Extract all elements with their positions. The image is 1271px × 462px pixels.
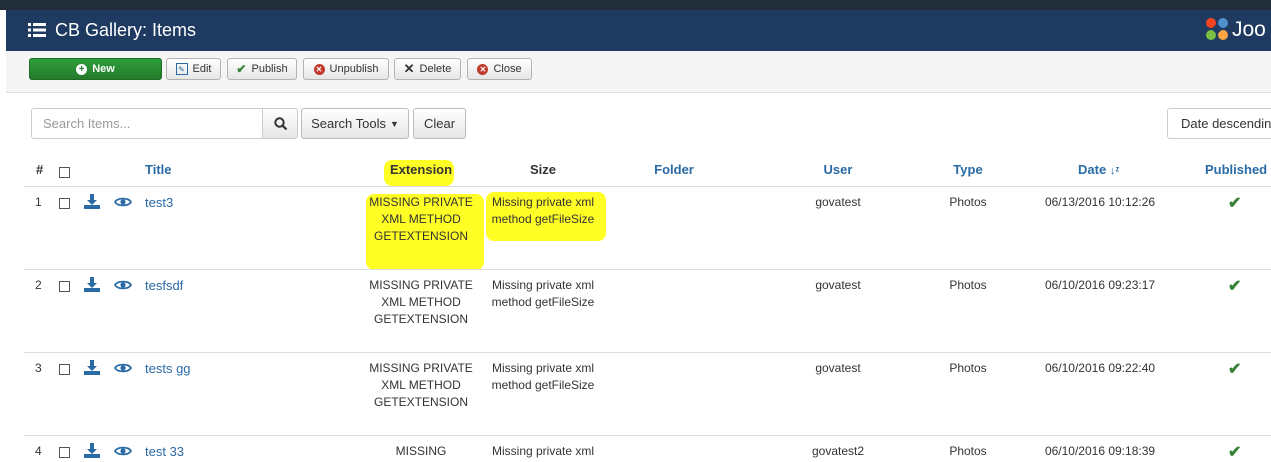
- row-number: 3: [35, 361, 42, 375]
- clear-button[interactable]: Clear: [413, 108, 466, 139]
- preview-eye-icon[interactable]: [113, 362, 133, 377]
- type-cell: Photos: [949, 195, 987, 209]
- published-check-icon[interactable]: ✔: [1228, 276, 1241, 296]
- user-cell: govatest: [815, 278, 861, 292]
- search-input[interactable]: [31, 108, 263, 139]
- plus-icon: +: [76, 63, 88, 75]
- col-user[interactable]: User: [824, 162, 853, 177]
- download-icon[interactable]: [84, 443, 100, 461]
- type-cell: Photos: [949, 444, 987, 458]
- preview-eye-icon[interactable]: [113, 279, 133, 294]
- select-all-checkbox[interactable]: [59, 167, 70, 178]
- joomla-logo-icon: [1206, 18, 1228, 40]
- brand-text: Joo: [1232, 18, 1266, 41]
- extension-cell: MISSING PRIVATE XML METHOD GETEXTENSION: [369, 361, 473, 409]
- new-button[interactable]: + New: [29, 58, 162, 80]
- published-check-icon[interactable]: ✔: [1228, 193, 1241, 213]
- row-divider: [24, 269, 1271, 270]
- col-published[interactable]: Published: [1205, 162, 1267, 177]
- col-extension: Extension: [389, 162, 453, 177]
- size-cell: Missing private xml method getFileSize: [491, 361, 595, 392]
- extension-cell: MISSING PRIVATE XML METHOD GETEXTENSION: [369, 278, 473, 326]
- col-folder[interactable]: Folder: [654, 162, 694, 177]
- unpublish-icon: ✕: [313, 63, 325, 75]
- item-title-link[interactable]: tests gg: [145, 360, 191, 377]
- item-title-link[interactable]: test 33: [145, 443, 184, 460]
- col-number: #: [36, 162, 44, 177]
- browser-top-strip: [0, 0, 1271, 10]
- published-check-icon[interactable]: ✔: [1228, 442, 1241, 462]
- toolbar: + New ✎ Edit ✔ Publish ✕ Unpublish ✕ Del…: [6, 51, 1271, 93]
- row-number: 4: [35, 444, 42, 458]
- page-header: CB Gallery: Items Joo: [6, 10, 1271, 51]
- published-check-icon[interactable]: ✔: [1228, 359, 1241, 379]
- search-button[interactable]: [262, 108, 298, 139]
- joomla-logo[interactable]: Joo: [1204, 14, 1271, 46]
- date-cell: 06/10/2016 09:23:17: [1044, 278, 1156, 292]
- item-title-link[interactable]: tesfsdf: [145, 277, 183, 294]
- col-date[interactable]: Date ↓ᶻ: [1078, 162, 1119, 177]
- col-size: Size: [529, 162, 557, 177]
- list-icon: [28, 23, 46, 37]
- col-type[interactable]: Type: [953, 162, 982, 177]
- user-cell: govatest: [815, 195, 861, 209]
- close-button[interactable]: ✕ Close: [467, 58, 532, 80]
- size-cell: Missing private xml method getFileSize: [491, 195, 595, 226]
- close-icon: ✕: [477, 63, 489, 75]
- size-cell: Missing private xml method getFileSize: [491, 278, 595, 309]
- user-cell: govatest: [815, 361, 861, 375]
- download-icon[interactable]: [84, 360, 100, 378]
- row-number: 1: [35, 195, 42, 209]
- caret-down-icon: ▼: [390, 118, 399, 129]
- type-cell: Photos: [949, 361, 987, 375]
- row-checkbox[interactable]: [59, 198, 70, 209]
- delete-button[interactable]: ✕ Delete: [394, 58, 461, 80]
- row-checkbox[interactable]: [59, 364, 70, 375]
- type-cell: Photos: [949, 278, 987, 292]
- search-icon: [274, 117, 288, 131]
- extension-cell: MISSING PRIVATE XML METHOD GETEXTENSION: [369, 195, 473, 243]
- date-cell: 06/10/2016 09:22:40: [1044, 361, 1156, 375]
- extension-cell: MISSING: [395, 444, 447, 458]
- row-divider: [24, 352, 1271, 353]
- col-title[interactable]: Title: [145, 162, 172, 177]
- header-divider: [24, 186, 1271, 187]
- sort-descending-icon: ↓ᶻ: [1109, 165, 1120, 177]
- download-icon[interactable]: [84, 194, 100, 212]
- sort-select[interactable]: Date descending: [1167, 108, 1271, 139]
- search-tools-button[interactable]: Search Tools ▼: [301, 108, 409, 139]
- edit-button[interactable]: ✎ Edit: [166, 58, 221, 80]
- unpublish-button[interactable]: ✕ Unpublish: [303, 58, 389, 80]
- row-number: 2: [35, 278, 42, 292]
- edit-icon: ✎: [175, 63, 188, 75]
- row-checkbox[interactable]: [59, 447, 70, 458]
- date-cell: 06/10/2016 09:18:39: [1044, 444, 1156, 458]
- check-icon: ✔: [236, 62, 247, 76]
- row-checkbox[interactable]: [59, 281, 70, 292]
- download-icon[interactable]: [84, 277, 100, 295]
- item-title-link[interactable]: test3: [145, 194, 173, 211]
- size-cell: Missing private xml: [491, 444, 595, 458]
- delete-icon: ✕: [403, 61, 415, 76]
- user-cell: govatest2: [811, 444, 865, 458]
- page-title: CB Gallery: Items: [55, 20, 197, 40]
- publish-button[interactable]: ✔ Publish: [227, 58, 297, 80]
- preview-eye-icon[interactable]: [113, 196, 133, 211]
- row-divider: [24, 435, 1271, 436]
- date-cell: 06/13/2016 10:12:26: [1044, 195, 1156, 209]
